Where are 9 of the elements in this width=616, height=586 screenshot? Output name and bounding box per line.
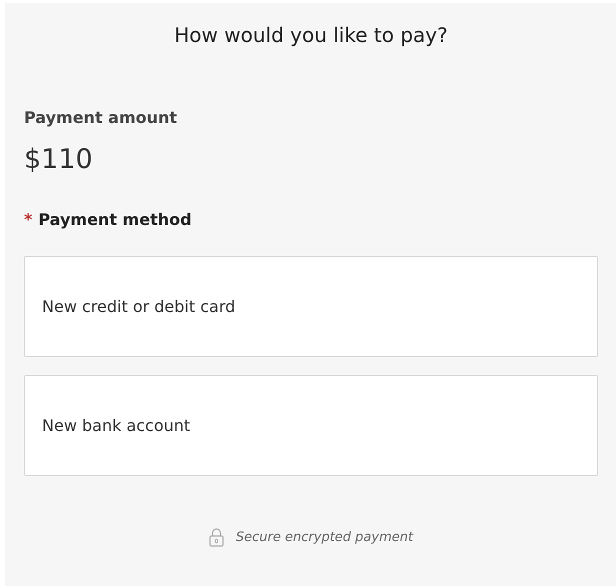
lock-icon xyxy=(208,528,224,547)
page-title: How would you like to pay? xyxy=(173,22,449,49)
required-mark: * xyxy=(24,209,32,231)
secure-payment-note: Secure encrypted payment xyxy=(236,530,414,545)
payment-option[interactable]: New bank account xyxy=(24,375,598,476)
method-label: Payment method xyxy=(38,209,192,231)
payment-option[interactable]: New credit or debit card xyxy=(24,256,598,357)
amount-value: $110 xyxy=(24,143,94,177)
amount-label: Payment amount xyxy=(24,107,178,129)
